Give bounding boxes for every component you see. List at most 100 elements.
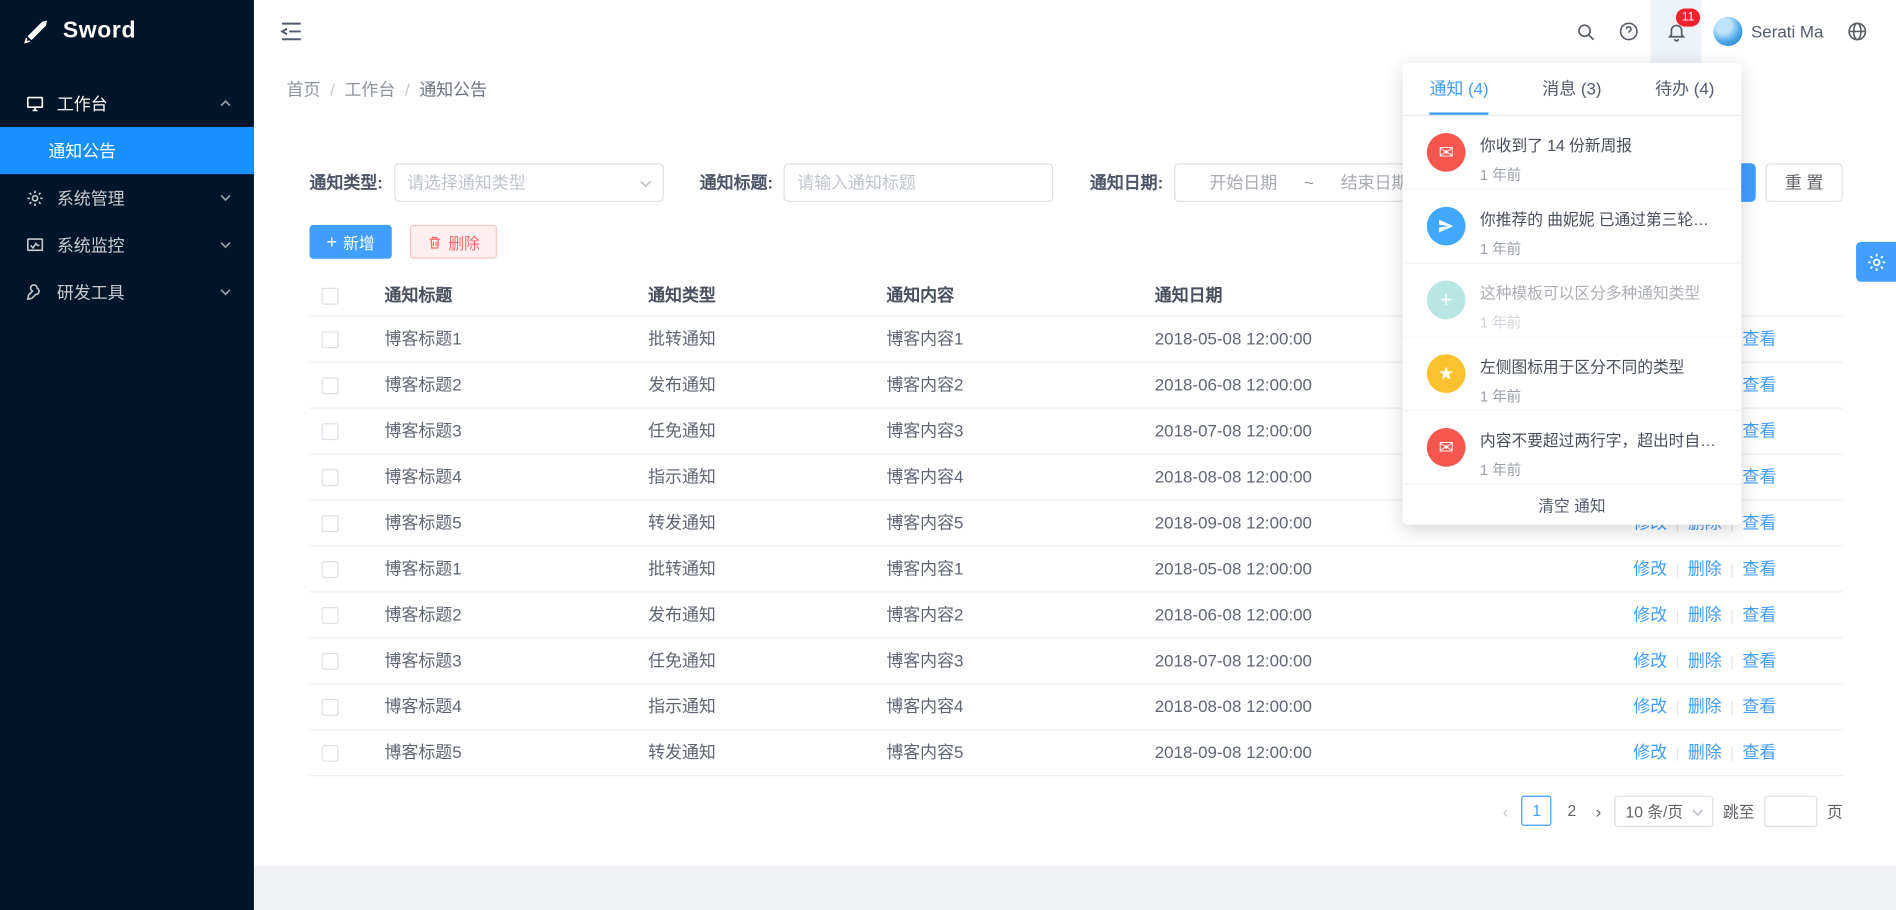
sidebar-item-dev-tools[interactable]: 研发工具 xyxy=(0,268,254,315)
delete-link[interactable]: 删除 xyxy=(1688,651,1722,670)
select-all-checkbox[interactable] xyxy=(322,288,339,305)
cell-date: 2018-06-08 12:00:00 xyxy=(1143,591,1553,637)
row-checkbox[interactable] xyxy=(322,653,339,670)
avatar xyxy=(1714,17,1743,46)
clear-notifications-button[interactable]: 清空 通知 xyxy=(1403,485,1742,525)
sidebar-menu: 工作台 通知公告 系统管理 系统监控 xyxy=(0,63,254,316)
notification-item[interactable]: ★ 左侧图标用于区分不同的类型 1 年前 xyxy=(1403,337,1742,411)
help-icon[interactable] xyxy=(1607,0,1651,63)
edit-link[interactable]: 修改 xyxy=(1633,651,1667,670)
page-size-select[interactable]: 10 条/页 xyxy=(1615,795,1714,826)
sidebar-item-workbench[interactable]: 工作台 xyxy=(0,80,254,127)
sidebar-item-system-management[interactable]: 系统管理 xyxy=(0,174,254,221)
view-link[interactable]: 查看 xyxy=(1742,559,1776,578)
sidebar-item-notice[interactable]: 通知公告 xyxy=(0,127,254,174)
action-separator: | xyxy=(1730,653,1734,670)
page-jump-input[interactable] xyxy=(1764,795,1817,826)
row-checkbox[interactable] xyxy=(322,469,339,486)
filter-notice-title: 通知标题: 请输入通知标题 xyxy=(700,163,1054,202)
page-1-button[interactable]: 1 xyxy=(1522,796,1552,826)
edit-link[interactable]: 修改 xyxy=(1633,559,1667,578)
theme-settings-button[interactable] xyxy=(1856,242,1896,282)
notification-count-badge: 11 xyxy=(1676,8,1700,26)
delete-button[interactable]: 删除 xyxy=(410,225,497,259)
action-separator: | xyxy=(1730,745,1734,762)
breadcrumb-separator: / xyxy=(405,80,410,99)
delete-link[interactable]: 删除 xyxy=(1688,605,1722,624)
filter-notice-date: 通知日期: 开始日期 ~ 结束日期 xyxy=(1090,163,1444,202)
notification-item[interactable]: ✉ 内容不要超过两行字，超出时自动截断 1 年前 xyxy=(1403,411,1742,485)
view-link[interactable]: 查看 xyxy=(1742,467,1776,486)
row-checkbox[interactable] xyxy=(322,377,339,394)
notifications-bell-button[interactable]: 11 xyxy=(1651,0,1702,63)
cell-content: 博客内容2 xyxy=(874,591,1142,637)
prev-page-button[interactable]: ‹ xyxy=(1499,801,1512,820)
app-logo[interactable]: Sword xyxy=(0,0,254,63)
search-icon[interactable] xyxy=(1564,0,1608,63)
row-checkbox[interactable] xyxy=(322,331,339,348)
cell-content: 博客内容2 xyxy=(874,362,1142,408)
breadcrumb-home[interactable]: 首页 xyxy=(287,77,321,101)
tab-messages[interactable]: 消息 (3) xyxy=(1515,63,1628,115)
add-button[interactable]: + 新增 xyxy=(310,225,392,259)
row-checkbox[interactable] xyxy=(322,515,339,532)
app-title: Sword xyxy=(63,18,136,45)
view-link[interactable]: 查看 xyxy=(1742,696,1776,715)
row-checkbox[interactable] xyxy=(322,423,339,440)
user-menu[interactable]: Serati Ma xyxy=(1701,0,1835,63)
reset-button[interactable]: 重 置 xyxy=(1766,163,1843,202)
view-link[interactable]: 查看 xyxy=(1742,513,1776,532)
jump-unit: 页 xyxy=(1827,799,1843,822)
cell-content: 博客内容5 xyxy=(874,729,1142,775)
notification-tabs: 通知 (4) 消息 (3) 待办 (4) xyxy=(1403,63,1742,116)
notice-type-select[interactable]: 请选择通知类型 xyxy=(394,163,664,202)
notification-item[interactable]: ✉ 你收到了 14 份新周报 1 年前 xyxy=(1403,116,1742,190)
collapse-sidebar-icon[interactable] xyxy=(278,18,305,45)
cell-actions: 修改|删除|查看 xyxy=(1553,637,1843,683)
sidebar-item-system-monitor[interactable]: 系统监控 xyxy=(0,221,254,268)
language-globe-icon[interactable] xyxy=(1836,0,1880,63)
cell-date: 2018-05-08 12:00:00 xyxy=(1143,545,1553,591)
notification-item[interactable]: + 这种模板可以区分多种通知类型 1 年前 xyxy=(1403,264,1742,338)
row-checkbox[interactable] xyxy=(322,699,339,716)
sidebar-item-label: 系统监控 xyxy=(57,233,125,257)
view-link[interactable]: 查看 xyxy=(1742,375,1776,394)
start-date-input[interactable]: 开始日期 xyxy=(1187,170,1299,194)
user-name: Serati Ma xyxy=(1751,22,1823,41)
notification-item[interactable]: 你推荐的 曲妮妮 已通过第三轮面试 1 年前 xyxy=(1403,190,1742,264)
view-link[interactable]: 查看 xyxy=(1742,742,1776,761)
chevron-up-icon xyxy=(219,97,232,110)
cell-content: 博客内容1 xyxy=(874,316,1142,362)
header-actions: 11 Serati Ma xyxy=(1564,0,1880,63)
view-link[interactable]: 查看 xyxy=(1742,651,1776,670)
send-icon xyxy=(1427,207,1466,246)
next-page-button[interactable]: › xyxy=(1592,801,1605,820)
mail-icon: ✉ xyxy=(1427,428,1466,467)
delete-link[interactable]: 删除 xyxy=(1688,559,1722,578)
cell-title: 博客标题1 xyxy=(372,545,636,591)
pagination: ‹ 1 2 › 10 条/页 跳至 页 xyxy=(310,795,1843,826)
row-checkbox[interactable] xyxy=(322,561,339,578)
chevron-down-icon xyxy=(219,191,232,204)
page-2-button[interactable]: 2 xyxy=(1562,802,1583,820)
edit-link[interactable]: 修改 xyxy=(1633,696,1667,715)
row-checkbox[interactable] xyxy=(322,745,339,762)
view-link[interactable]: 查看 xyxy=(1742,421,1776,440)
delete-link[interactable]: 删除 xyxy=(1688,696,1722,715)
edit-link[interactable]: 修改 xyxy=(1633,742,1667,761)
tab-notices[interactable]: 通知 (4) xyxy=(1403,63,1516,115)
breadcrumb-workbench[interactable]: 工作台 xyxy=(344,77,395,101)
edit-link[interactable]: 修改 xyxy=(1633,605,1667,624)
view-link[interactable]: 查看 xyxy=(1742,605,1776,624)
tab-todos[interactable]: 待办 (4) xyxy=(1628,63,1741,115)
gear-icon xyxy=(1865,251,1887,273)
view-link[interactable]: 查看 xyxy=(1742,329,1776,348)
delete-link[interactable]: 删除 xyxy=(1688,742,1722,761)
cell-type: 任免通知 xyxy=(636,407,874,453)
cell-type: 发布通知 xyxy=(636,591,874,637)
chevron-down-icon xyxy=(219,238,232,251)
sidebar-item-label: 研发工具 xyxy=(57,280,125,304)
action-separator: | xyxy=(1730,561,1734,578)
notice-title-input[interactable]: 请输入通知标题 xyxy=(784,163,1054,202)
row-checkbox[interactable] xyxy=(322,607,339,624)
